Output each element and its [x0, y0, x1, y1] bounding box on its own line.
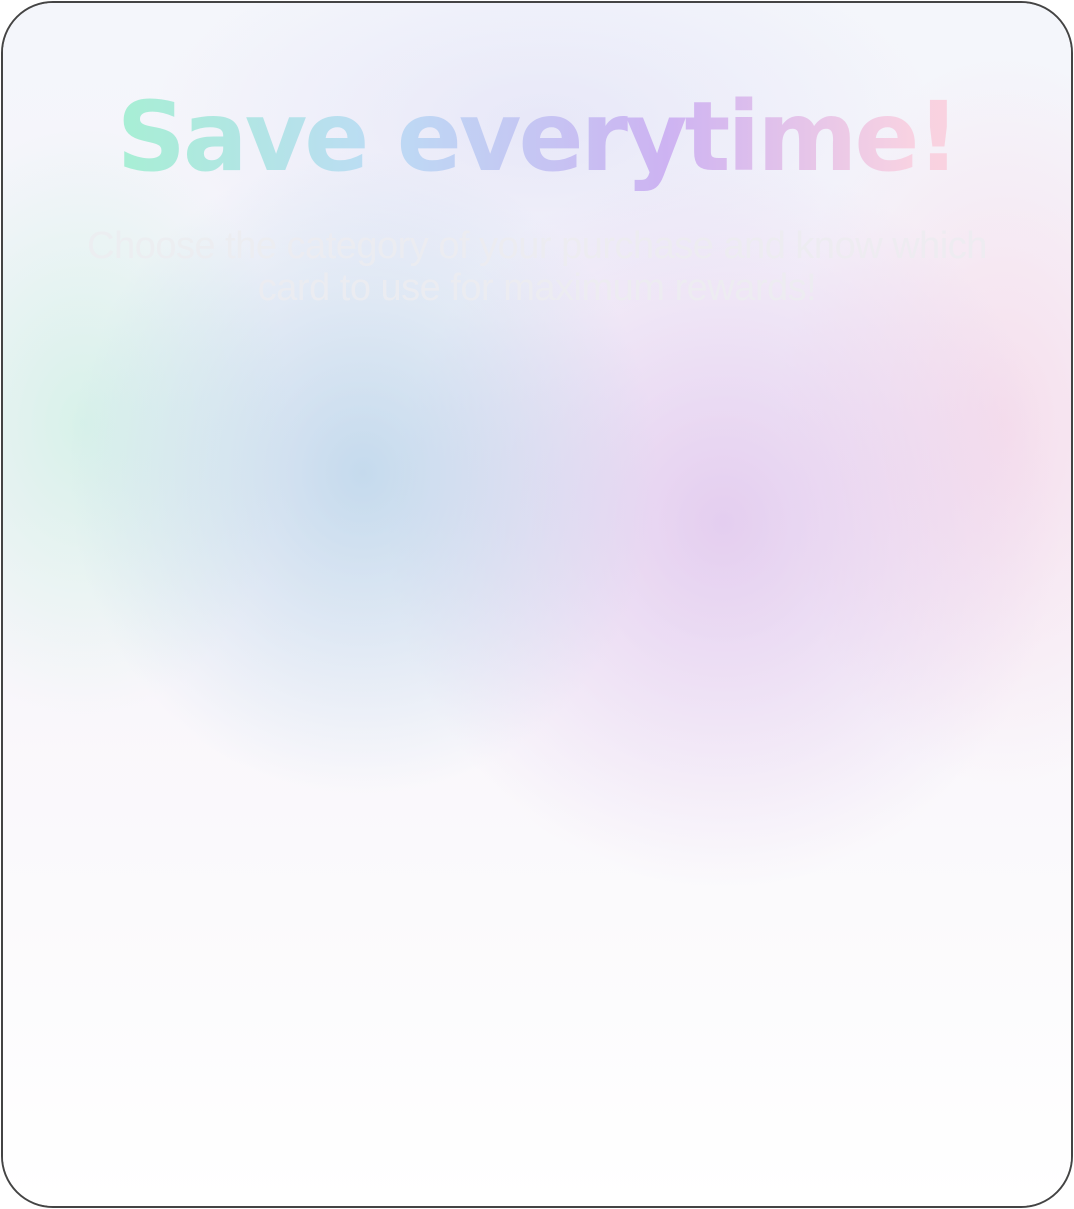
page-title: Save everytime!	[3, 84, 1071, 191]
page-subtitle: Choose the category of your purchase and…	[87, 225, 987, 309]
app-frame: Save everytime! Choose the category of y…	[1, 1, 1073, 1208]
